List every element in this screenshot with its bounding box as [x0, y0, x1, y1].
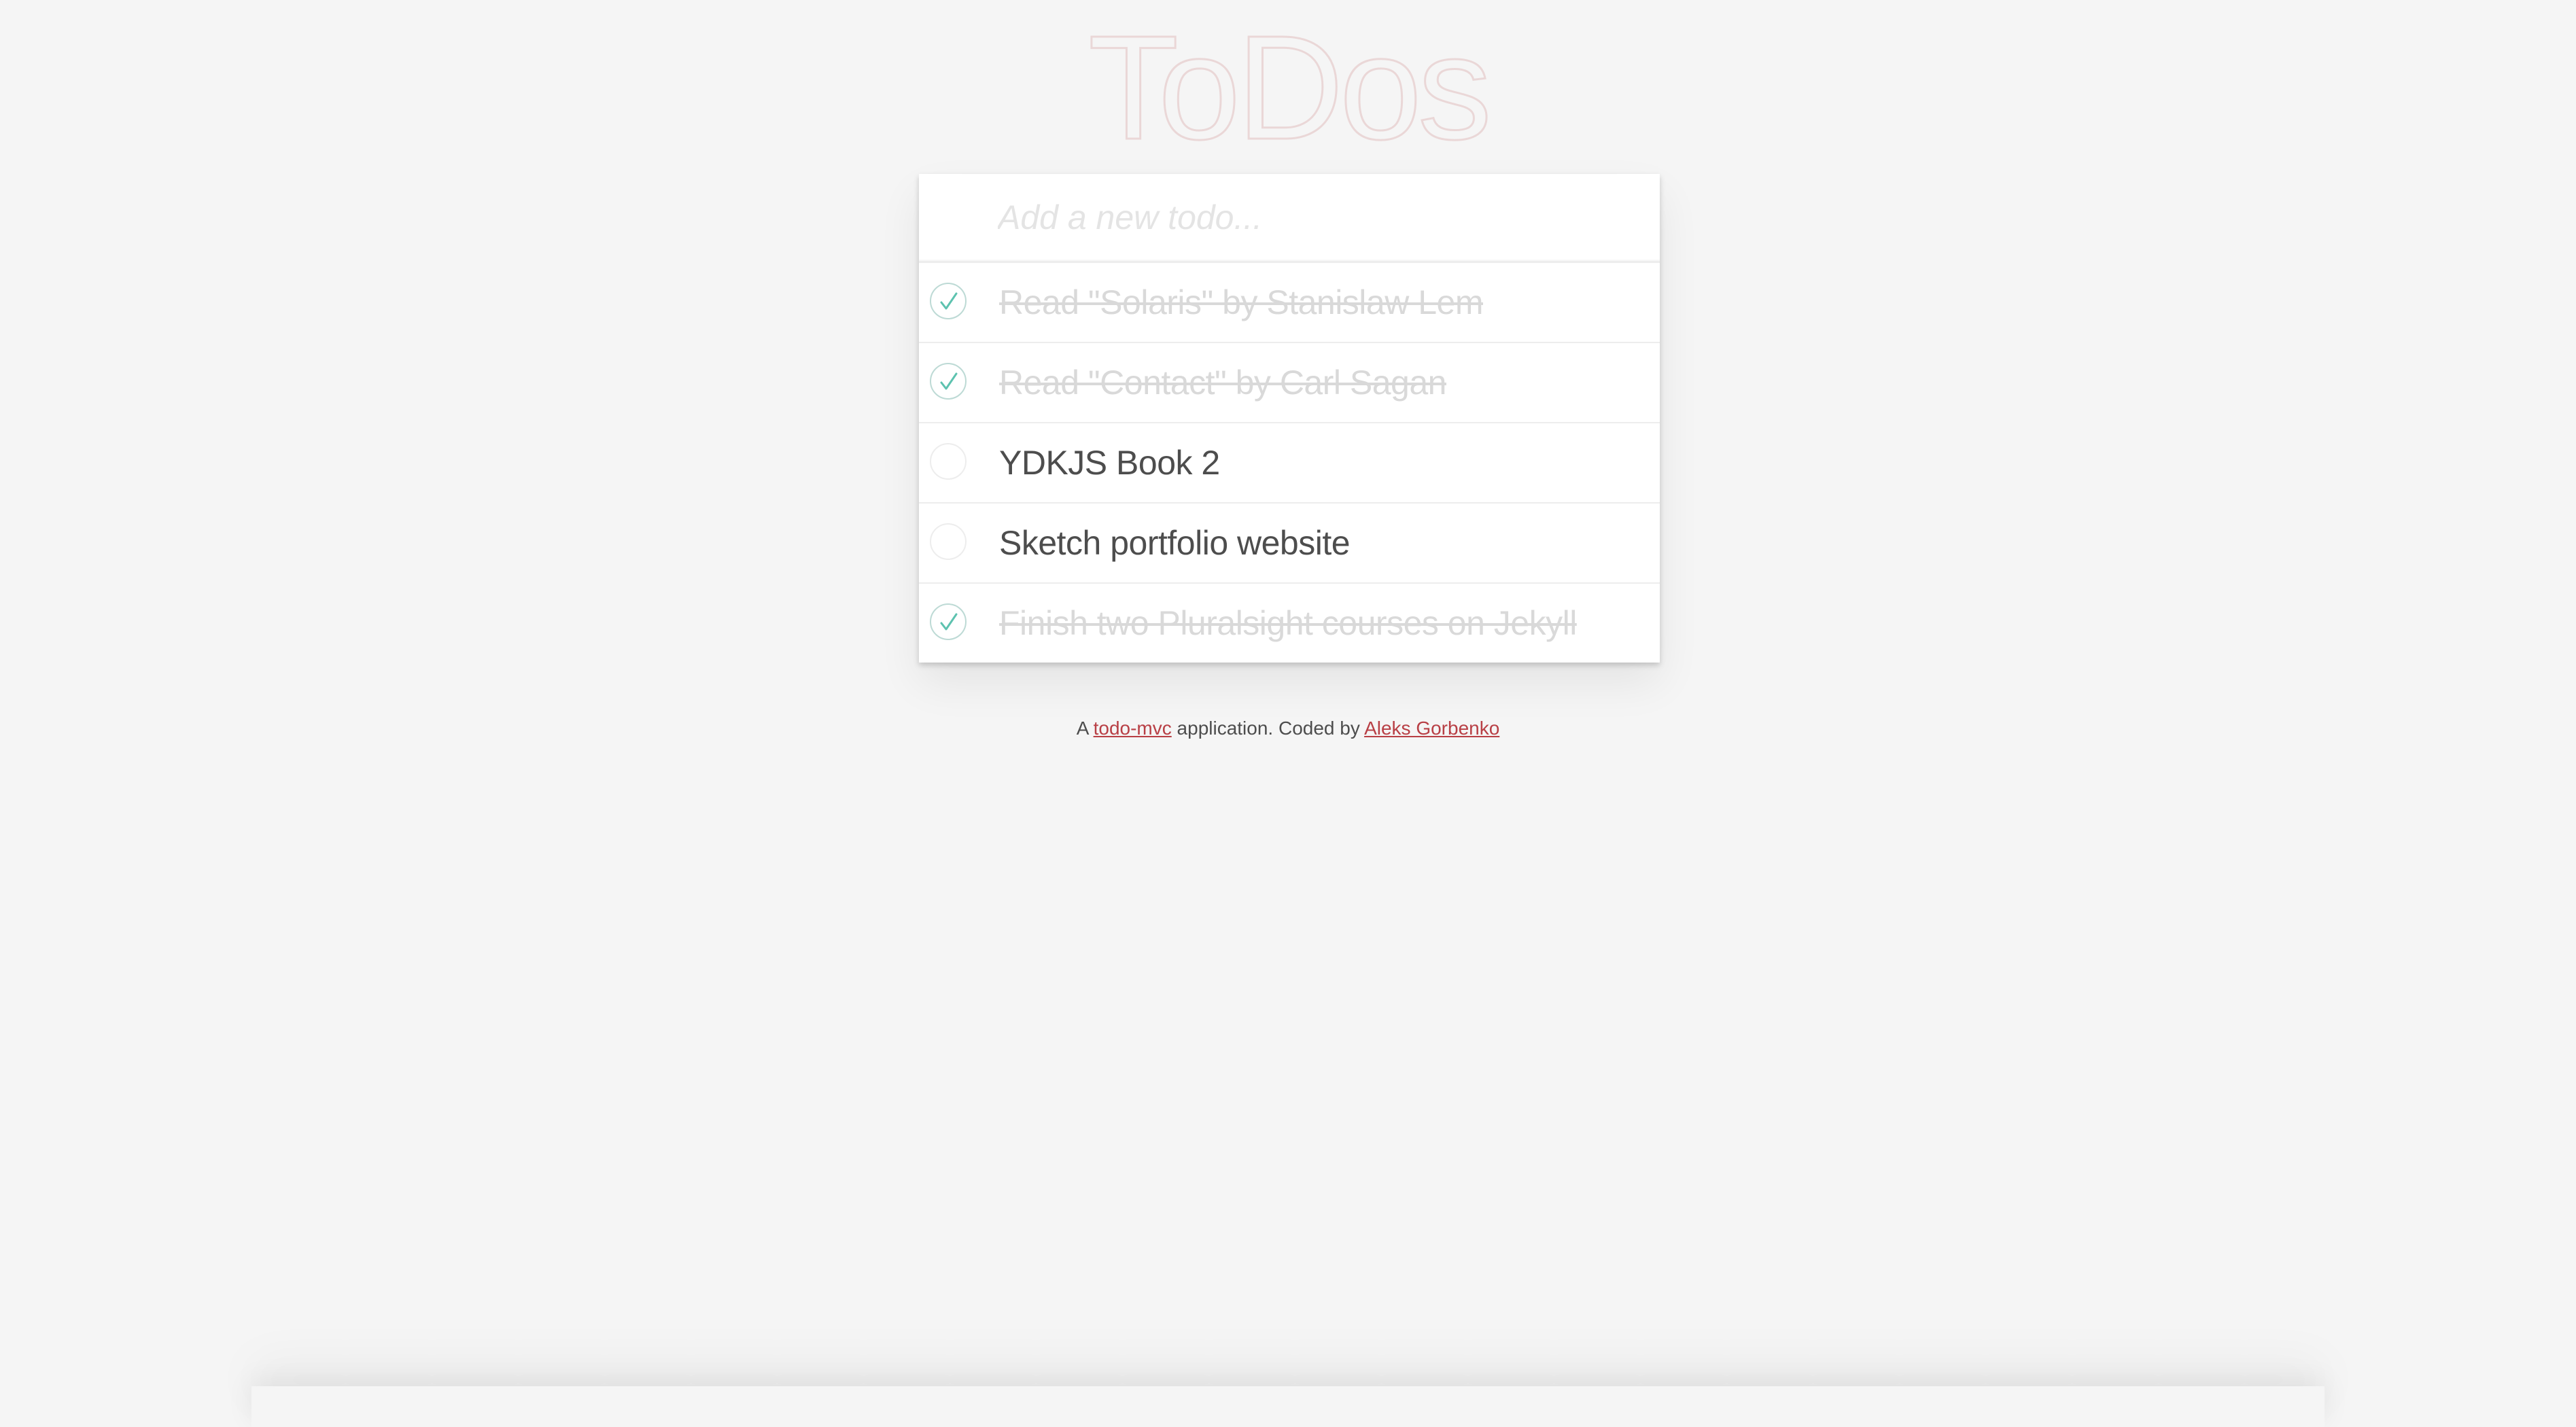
todo-toggle[interactable] [930, 363, 967, 400]
todo-list: Read "Solaris" by Stanislaw Lem Read "Co… [919, 263, 1660, 663]
author-link[interactable]: Aleks Gorbenko [1364, 718, 1499, 739]
todo-item: Sketch portfolio website [919, 504, 1660, 584]
new-todo-input[interactable] [998, 174, 1637, 261]
checkmark-icon [940, 372, 958, 390]
todo-toggle[interactable] [930, 283, 967, 319]
todo-label[interactable]: Sketch portfolio website [999, 504, 1351, 582]
checkmark-icon [940, 613, 958, 631]
todo-toggle[interactable] [930, 603, 967, 640]
app-title: ToDos [1087, 5, 1493, 171]
todo-label[interactable]: Finish two Pluralsight courses on Jekyll [999, 584, 1577, 663]
footer-prefix: A [1076, 718, 1094, 739]
todo-item: Finish two Pluralsight courses on Jekyll [919, 584, 1660, 663]
new-todo-row [919, 174, 1660, 263]
checkmark-icon [940, 292, 958, 310]
todo-item: Read "Contact" by Carl Sagan [919, 343, 1660, 423]
todo-item: YDKJS Book 2 [919, 423, 1660, 504]
todo-app-card: Read "Solaris" by Stanislaw Lem Read "Co… [919, 174, 1660, 663]
bottom-panel-shadow [251, 1386, 2325, 1427]
footer-info: A todo-mvc application. Coded by Aleks G… [0, 718, 2576, 739]
todo-label[interactable]: Read "Solaris" by Stanislaw Lem [999, 263, 1484, 342]
todo-label[interactable]: Read "Contact" by Carl Sagan [999, 343, 1446, 422]
todo-toggle[interactable] [930, 523, 967, 560]
todo-mvc-link[interactable]: todo-mvc [1094, 718, 1172, 739]
todo-toggle[interactable] [930, 443, 967, 480]
footer-middle: application. Coded by [1171, 718, 1365, 739]
todo-label[interactable]: YDKJS Book 2 [999, 423, 1220, 502]
todo-item: Read "Solaris" by Stanislaw Lem [919, 263, 1660, 343]
